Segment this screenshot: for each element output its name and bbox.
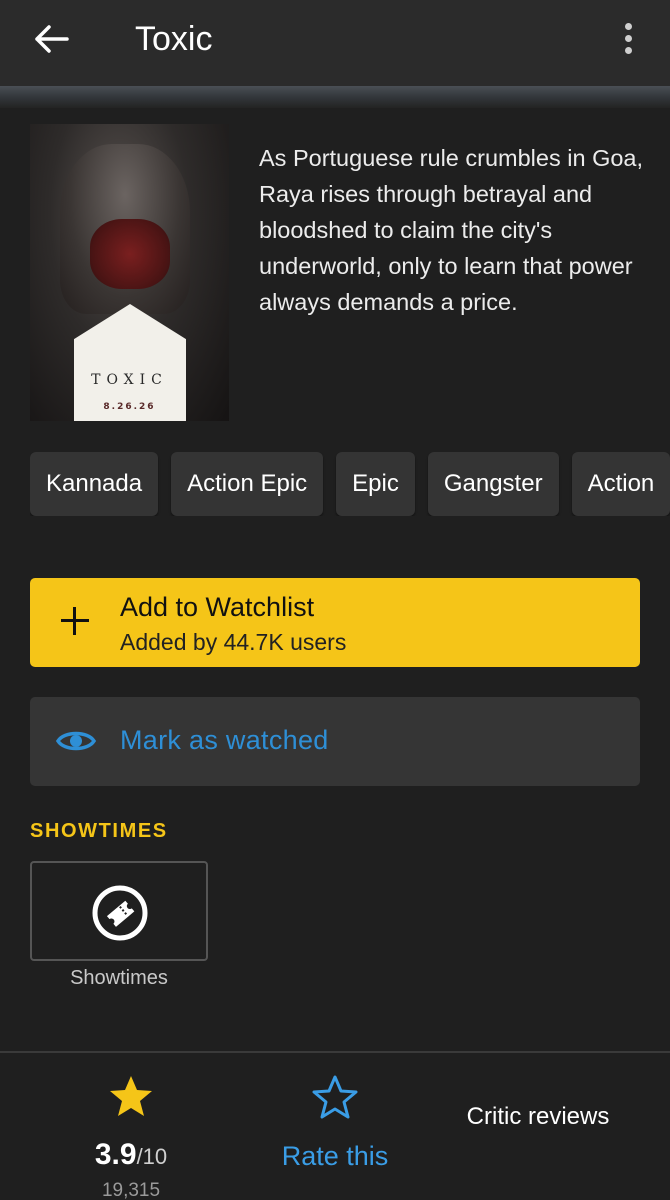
genre-chip[interactable]: Action (571, 452, 670, 516)
genre-chip[interactable]: Epic (336, 452, 415, 516)
showtimes-tile[interactable] (30, 861, 208, 961)
header-backdrop-strip (0, 86, 670, 108)
showtimes-section-title: SHOWTIMES (30, 820, 168, 842)
arrow-left-icon (35, 25, 69, 53)
genre-chip[interactable]: Kannada (30, 452, 159, 516)
star-outline-icon (312, 1075, 358, 1119)
watchlist-count: Added by 44.7K users (120, 629, 347, 655)
genre-chip-list: Kannada Action Epic Epic Gangster Action (30, 452, 670, 516)
star-filled-icon (110, 1076, 152, 1116)
more-options-button[interactable] (606, 14, 650, 62)
synopsis-text: As Portuguese rule crumbles in Goa, Raya… (259, 145, 644, 315)
eye-icon (56, 731, 96, 751)
poster-hands (90, 219, 170, 289)
page-title: Toxic (135, 20, 213, 58)
imdb-rating[interactable]: 3.9/10 19,315 (60, 1070, 202, 1200)
back-button[interactable] (28, 18, 76, 60)
poster-date-text: 8.26.26 (103, 402, 156, 412)
genre-chip[interactable]: Gangster (427, 452, 559, 516)
movie-poster[interactable]: TOXIC 8.26.26 (30, 124, 229, 421)
app-bar (0, 0, 670, 90)
poster-title-text: TOXIC (91, 372, 168, 388)
genre-chip[interactable]: Action Epic (171, 452, 324, 516)
showtimes-label: Showtimes (70, 967, 168, 989)
watchlist-label: Add to Watchlist (120, 592, 315, 622)
mark-as-watched-button[interactable]: Mark as watched (30, 697, 640, 786)
ticket-icon (92, 885, 148, 941)
mark-as-watched-label: Mark as watched (120, 725, 329, 755)
more-vertical-icon (624, 22, 632, 30)
add-to-watchlist-button[interactable]: Add to Watchlist Added by 44.7K users (30, 578, 640, 667)
rate-this-button[interactable]: Rate this (260, 1070, 410, 1200)
rate-this-label: Rate this (281, 1141, 389, 1171)
bottom-divider (0, 1051, 670, 1053)
rating-count: 19,315 (101, 1180, 161, 1200)
rating-value: 3.9/10 (60, 1138, 202, 1172)
rating-scale: /10 (136, 1144, 168, 1169)
plus-icon (60, 606, 90, 636)
critic-reviews-button[interactable]: Critic reviews (460, 1102, 616, 1172)
rating-number: 3.9 (94, 1138, 137, 1171)
